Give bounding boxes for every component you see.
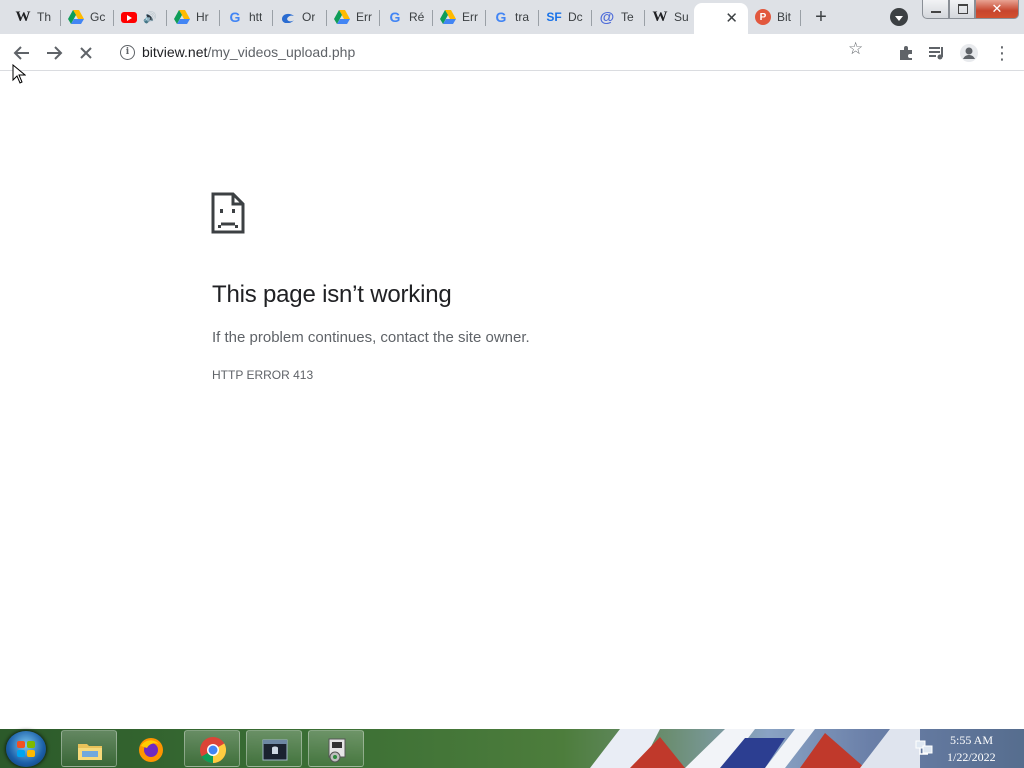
google-icon: G bbox=[229, 9, 241, 25]
tab[interactable]: @ Te bbox=[592, 3, 645, 31]
minimize-button[interactable] bbox=[922, 0, 949, 19]
error-code: HTTP ERROR 413 bbox=[212, 368, 314, 382]
tab-label: Th bbox=[37, 10, 52, 24]
arrow-right-icon bbox=[47, 46, 63, 60]
at-icon: @ bbox=[599, 8, 615, 26]
tab[interactable]: Gtra bbox=[486, 3, 539, 31]
profile-button[interactable] bbox=[956, 40, 982, 66]
google-icon: G bbox=[389, 9, 401, 25]
tab-search-icon[interactable] bbox=[890, 8, 908, 26]
tab-label: Su bbox=[674, 10, 689, 24]
loop-icon bbox=[280, 9, 296, 25]
tab[interactable]: Ghtt bbox=[220, 3, 273, 31]
taskbar-app-dark[interactable] bbox=[246, 730, 302, 767]
installer-icon bbox=[328, 738, 346, 763]
tab-label: Dc bbox=[568, 10, 583, 24]
window-close-button[interactable]: ✕ bbox=[975, 0, 1019, 19]
tab-label: Hr bbox=[196, 10, 209, 24]
url-host: bitview.net bbox=[142, 44, 208, 60]
stop-icon bbox=[80, 47, 92, 59]
playlist-icon bbox=[929, 47, 943, 60]
tab-label: tra bbox=[515, 10, 530, 24]
wikipedia-icon: W bbox=[652, 8, 668, 25]
browser-toolbar: i bitview.net/my_videos_upload.php ☆ ⋮ bbox=[0, 34, 1024, 71]
url-path: /my_videos_upload.php bbox=[207, 44, 356, 60]
taskbar-chrome[interactable] bbox=[184, 730, 240, 767]
tab-label: Ré bbox=[409, 10, 425, 24]
bookmark-star-icon[interactable]: ☆ bbox=[848, 39, 863, 59]
system-tray: 5:55 AM 1/22/2022 bbox=[905, 729, 1024, 768]
tab-separator bbox=[800, 10, 801, 26]
tab-close-icon[interactable]: ✕ bbox=[725, 9, 738, 27]
tab[interactable]: Gc bbox=[61, 3, 114, 31]
new-tab-button[interactable]: + bbox=[808, 5, 834, 29]
chrome-icon bbox=[200, 737, 227, 764]
avatar-icon bbox=[960, 44, 978, 62]
terminal-window-icon bbox=[262, 739, 288, 761]
mouse-cursor-icon bbox=[12, 64, 26, 84]
youtube-icon bbox=[121, 9, 137, 25]
tab-strip: W Th Gc 🔊 Hr Ghtt Or Err G Ré Err Gtra SF Dc @ Te W Su ✕ P B… bbox=[0, 0, 1024, 34]
forward-button[interactable] bbox=[41, 40, 67, 66]
maximize-button[interactable] bbox=[949, 0, 975, 19]
taskbar-firefox[interactable] bbox=[122, 730, 178, 767]
media-control-button[interactable] bbox=[924, 40, 950, 66]
puzzle-icon bbox=[900, 46, 912, 60]
tab-label: Bit bbox=[777, 10, 792, 24]
clock-date[interactable]: 1/22/2022 bbox=[947, 750, 996, 765]
tab[interactable]: Hr bbox=[167, 3, 220, 31]
google-icon: G bbox=[495, 9, 507, 25]
google-drive-icon bbox=[334, 9, 350, 25]
arrow-left-icon bbox=[13, 46, 29, 60]
google-drive-icon bbox=[174, 9, 190, 25]
folder-icon bbox=[78, 744, 102, 760]
audio-playing-icon[interactable]: 🔊 bbox=[143, 11, 157, 24]
extensions-button[interactable] bbox=[893, 40, 919, 66]
url-text[interactable]: bitview.net/my_videos_upload.php bbox=[142, 44, 355, 60]
tab[interactable]: W Su bbox=[645, 3, 694, 31]
firefox-icon bbox=[139, 738, 163, 762]
google-drive-icon bbox=[440, 9, 456, 25]
taskbar-explorer[interactable] bbox=[61, 730, 117, 767]
network-icon[interactable] bbox=[915, 740, 933, 756]
start-button[interactable] bbox=[6, 731, 46, 767]
tab-label: Gc bbox=[90, 10, 106, 24]
tab-label: Err bbox=[356, 10, 372, 24]
page-content: This page isn’t working If the problem c… bbox=[0, 71, 1024, 729]
tab[interactable]: P Bit bbox=[748, 3, 801, 31]
menu-button[interactable]: ⋮ bbox=[989, 40, 1015, 66]
tab[interactable]: Or bbox=[273, 3, 327, 31]
back-button[interactable] bbox=[9, 40, 35, 66]
tab-label: Or bbox=[302, 10, 316, 24]
tab[interactable]: G Ré bbox=[380, 3, 433, 31]
wikipedia-icon: W bbox=[15, 8, 31, 25]
tab-active[interactable]: ✕ bbox=[694, 3, 748, 34]
tab[interactable]: Err bbox=[327, 3, 380, 31]
tab-label: htt bbox=[249, 10, 263, 24]
sf-icon: SF bbox=[546, 10, 562, 24]
error-message: If the problem continues, contact the si… bbox=[212, 329, 530, 346]
tab[interactable]: W Th bbox=[8, 3, 61, 31]
address-bar[interactable]: i bitview.net/my_videos_upload.php bbox=[108, 38, 888, 67]
error-title: This page isn’t working bbox=[212, 281, 452, 308]
tab[interactable]: SF Dc bbox=[539, 3, 592, 31]
clock-time[interactable]: 5:55 AM bbox=[950, 733, 993, 748]
taskbar-installer[interactable] bbox=[308, 730, 364, 767]
tab-label: Te bbox=[621, 10, 634, 24]
sad-page-icon bbox=[211, 192, 245, 234]
tab[interactable]: 🔊 bbox=[114, 3, 167, 31]
stop-loading-button[interactable] bbox=[73, 40, 99, 66]
tab-label: Err bbox=[462, 10, 478, 24]
taskbar: 5:55 AM 1/22/2022 bbox=[0, 729, 1024, 768]
tab[interactable]: Err bbox=[433, 3, 486, 31]
info-icon[interactable]: i bbox=[120, 45, 135, 60]
google-drive-icon bbox=[68, 9, 84, 25]
p-icon: P bbox=[755, 9, 771, 25]
wallpaper-art bbox=[590, 729, 920, 768]
